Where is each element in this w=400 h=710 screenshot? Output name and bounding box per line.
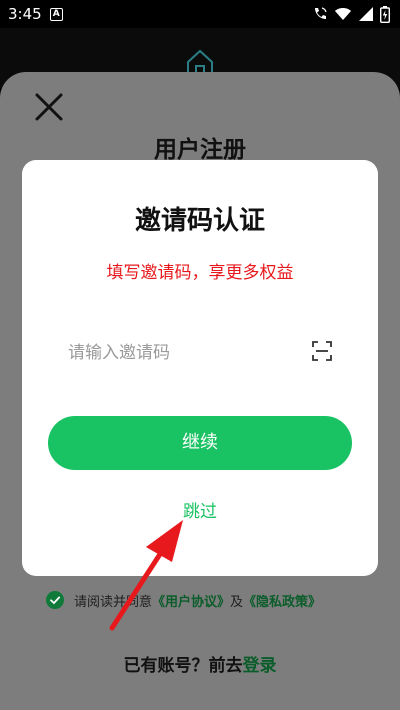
page-title: 用户注册 <box>154 137 246 163</box>
agreement-prefix: 请阅读并同意 <box>74 594 153 610</box>
call-icon <box>315 7 327 19</box>
scan-icon[interactable] <box>312 341 332 361</box>
login-row: 已有账号？前去登录 <box>0 651 400 676</box>
have-account-text: 已有账号？前去 <box>123 656 243 676</box>
dialog-subtitle: 填写邀请码，享更多权益 <box>106 263 294 283</box>
invite-code-dialog: 邀请码认证 填写邀请码，享更多权益 继续 跳过 <box>22 160 378 576</box>
login-link[interactable]: 登录 <box>243 656 277 676</box>
user-agreement-link[interactable]: 《用户协议》 <box>152 591 230 610</box>
check-circle-icon[interactable] <box>46 591 64 609</box>
agreement-row: 请阅读并同意 《用户协议》 及 《隐私政策》 <box>46 590 321 610</box>
agreement-and: 及 <box>230 594 244 610</box>
close-icon[interactable] <box>32 90 66 124</box>
status-right <box>312 5 390 23</box>
notification-icon: A <box>49 7 63 21</box>
signal-icon <box>359 7 373 21</box>
battery-icon <box>380 5 390 23</box>
wifi-icon <box>335 8 351 20</box>
privacy-policy-link[interactable]: 《隐私政策》 <box>243 591 321 610</box>
status-left: 3:45 A <box>8 5 63 23</box>
dialog-title: 邀请码认证 <box>134 206 265 236</box>
status-time: 3:45 <box>8 5 42 23</box>
status-bar: 3:45 A <box>0 0 400 28</box>
skip-button[interactable]: 跳过 <box>22 497 378 522</box>
invite-code-input[interactable] <box>68 338 298 368</box>
continue-button[interactable]: 继续 <box>48 416 352 470</box>
